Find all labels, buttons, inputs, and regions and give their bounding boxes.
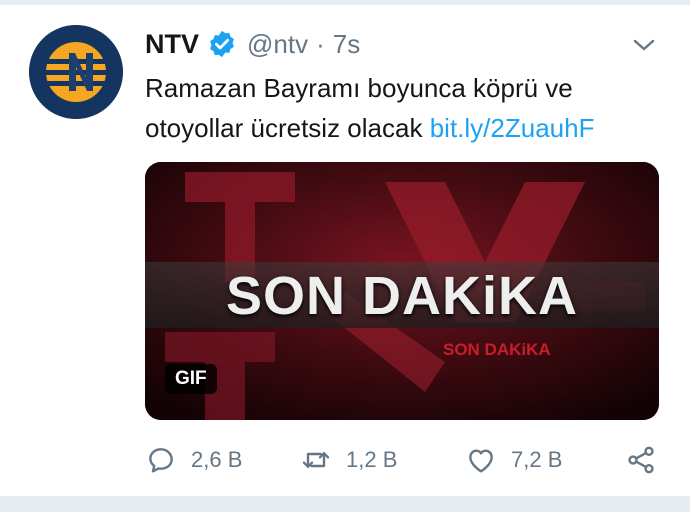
display-name[interactable]: NTV [145, 29, 199, 60]
share-icon [628, 446, 654, 474]
verified-badge-icon [207, 29, 237, 59]
avatar[interactable] [29, 25, 123, 119]
timeline-divider [0, 496, 690, 512]
chevron-down-icon [633, 39, 655, 51]
user-handle[interactable]: @ntv [247, 29, 308, 60]
share-button[interactable] [625, 442, 657, 478]
ntv-logo-icon [29, 25, 123, 119]
tweet-actions: 2,6 B 1,2 B 7,2 B [145, 442, 665, 478]
breaking-news-subtitle: SON DAKiKA [443, 340, 551, 359]
like-count: 7,2 B [511, 447, 563, 472]
tweet-header: NTV @ntv · 7s [145, 26, 360, 62]
retweet-button[interactable]: 1,2 B [300, 442, 397, 478]
reply-count: 2,6 B [191, 447, 243, 472]
breaking-news-title: SON DAKiKA [225, 266, 578, 326]
retweet-count: 1,2 B [346, 447, 398, 472]
reply-button[interactable]: 2,6 B [145, 442, 242, 478]
tweet-text: Ramazan Bayramı boyunca köprü ve otoyoll… [145, 68, 665, 148]
top-divider [0, 0, 690, 5]
tweet-media-gif[interactable]: SON DAKiKA SON DAKiKA GIF [145, 162, 659, 420]
header-separator: · [316, 28, 325, 59]
like-icon [469, 449, 493, 473]
like-button[interactable]: 7,2 B [465, 442, 562, 478]
gif-badge: GIF [165, 364, 217, 394]
reply-icon [149, 448, 173, 473]
tweet-link[interactable]: bit.ly/2ZuauhF [430, 113, 595, 143]
tweet-time[interactable]: 7s [333, 29, 360, 60]
retweet-icon [302, 452, 330, 468]
more-options-button[interactable] [629, 33, 659, 57]
